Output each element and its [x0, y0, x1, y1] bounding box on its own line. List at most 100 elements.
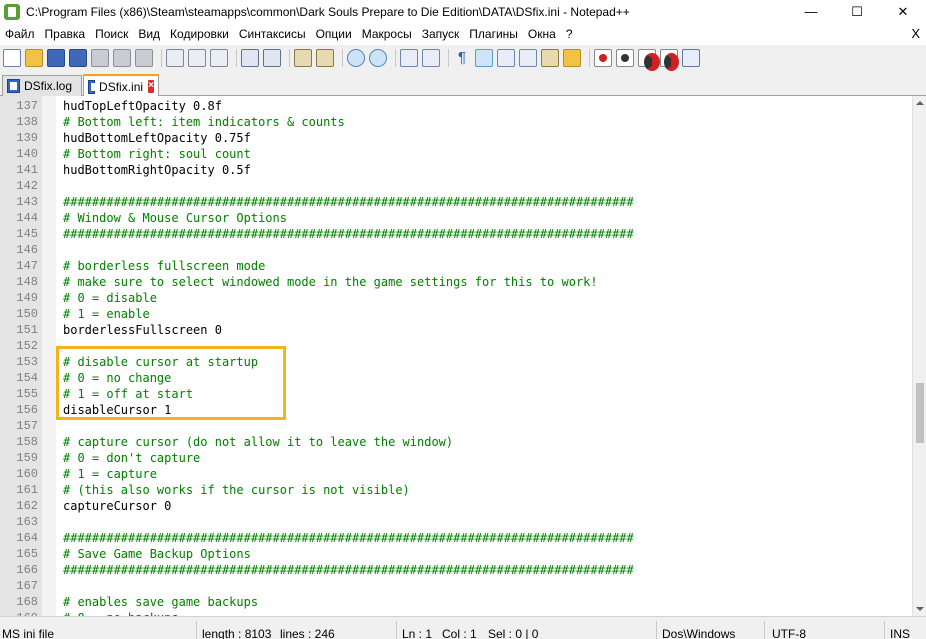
code-line[interactable]: 143 #####################################… [0, 194, 912, 210]
indent-guide-icon[interactable] [475, 49, 493, 67]
save-icon[interactable] [47, 49, 65, 67]
code-line[interactable]: 138 # Bottom left: item indicators & coun… [0, 114, 912, 130]
menu-file[interactable]: Файл [0, 23, 40, 45]
record-macro-icon[interactable] [594, 49, 612, 67]
open-folder-icon[interactable] [25, 49, 43, 67]
sync-horizontal-icon[interactable] [422, 49, 440, 67]
status-separator [884, 621, 885, 639]
redo-icon[interactable] [263, 49, 281, 67]
tab-dsfix-ini[interactable]: DSfix.ini × [83, 74, 159, 97]
code-line[interactable]: 147 # borderless fullscreen mode [0, 258, 912, 274]
code-line[interactable]: 164 #####################################… [0, 530, 912, 546]
menu-language[interactable]: Синтаксисы [234, 23, 311, 45]
editor[interactable]: 137 hudTopLeftOpacity 0.8f 138 # Bottom lef… [0, 96, 926, 616]
scroll-thumb[interactable] [916, 383, 924, 443]
scroll-down-icon[interactable] [913, 602, 926, 616]
menu-edit[interactable]: Правка [40, 23, 91, 45]
tab-close-icon[interactable]: × [148, 80, 154, 93]
menu-window[interactable]: Окна [523, 23, 561, 45]
code-text: hudTopLeftOpacity 0.8f [63, 99, 222, 113]
minimize-button[interactable]: — [788, 0, 834, 23]
menu-macro[interactable]: Макросы [357, 23, 417, 45]
run-macro-multiple-icon[interactable] [660, 49, 679, 71]
folder-workspace-icon[interactable] [563, 49, 581, 67]
menu-encoding[interactable]: Кодировки [165, 23, 234, 45]
maximize-button[interactable]: ☐ [834, 0, 880, 23]
toolbar-separator [236, 49, 237, 67]
cut-icon[interactable] [166, 49, 184, 67]
sync-vertical-icon[interactable] [400, 49, 418, 67]
code-line[interactable]: 159 # 0 = don't capture [0, 450, 912, 466]
new-file-icon[interactable] [3, 49, 21, 67]
doc-map-icon[interactable] [519, 49, 537, 67]
copy-icon[interactable] [188, 49, 206, 67]
line-number: 144 [16, 211, 38, 225]
close-document-button[interactable]: X [911, 23, 920, 45]
code-comment: ########################################… [63, 563, 634, 577]
code-line[interactable]: 149 # 0 = disable [0, 290, 912, 306]
code-line[interactable]: 140 # Bottom right: soul count [0, 146, 912, 162]
menu-plugins[interactable]: Плагины [464, 23, 523, 45]
code-line[interactable]: 168 # enables save game backups [0, 594, 912, 610]
code-line[interactable]: 150 # 1 = enable [0, 306, 912, 322]
save-macro-icon[interactable] [682, 49, 700, 67]
find-icon[interactable] [294, 49, 312, 67]
menu-run[interactable]: Запуск [417, 23, 465, 45]
tab-dsfix-log[interactable]: DSfix.log [2, 75, 82, 96]
code-line[interactable]: 157 [0, 418, 912, 434]
undo-icon[interactable] [241, 49, 259, 67]
code-line[interactable]: 148 # make sure to select windowed mode i… [0, 274, 912, 290]
paste-icon[interactable] [210, 49, 228, 67]
code-line[interactable]: 139 hudBottomLeftOpacity 0.75f [0, 130, 912, 146]
code-line[interactable]: 142 [0, 178, 912, 194]
function-list-icon[interactable] [541, 49, 559, 67]
vertical-scrollbar[interactable] [912, 96, 926, 616]
code-line[interactable]: 151 borderlessFullscreen 0 [0, 322, 912, 338]
stop-macro-icon[interactable] [616, 49, 634, 67]
close-icon[interactable] [91, 49, 109, 67]
menu-search[interactable]: Поиск [90, 23, 133, 45]
menu-help[interactable]: ? [561, 23, 578, 45]
code-line[interactable]: 162 captureCursor 0 [0, 498, 912, 514]
save-all-icon[interactable] [69, 49, 87, 67]
code-line[interactable]: 155 # 1 = off at start [0, 386, 912, 402]
menu-settings[interactable]: Опции [311, 23, 357, 45]
zoom-in-icon[interactable] [347, 49, 365, 67]
code-text: captureCursor 0 [63, 499, 172, 513]
code-line[interactable]: 166 #####################################… [0, 562, 912, 578]
toolbar-separator [289, 49, 290, 67]
line-number: 160 [16, 467, 38, 481]
code-comment: # 1 = capture [63, 467, 157, 481]
print-icon[interactable] [135, 49, 153, 67]
code-line[interactable]: 137 hudTopLeftOpacity 0.8f [0, 98, 912, 114]
status-separator [196, 621, 197, 639]
code-line[interactable]: 160 # 1 = capture [0, 466, 912, 482]
code-line[interactable]: 141 hudBottomRightOpacity 0.5f [0, 162, 912, 178]
line-number: 154 [16, 371, 38, 385]
code-line[interactable]: 145 #####################################… [0, 226, 912, 242]
play-macro-icon[interactable] [638, 49, 660, 71]
code-line[interactable]: 161 # (this also works if the cursor is n… [0, 482, 912, 498]
code-line[interactable]: 144 # Window & Mouse Cursor Options [0, 210, 912, 226]
close-all-icon[interactable] [113, 49, 131, 67]
code-line[interactable]: 153 # disable cursor at startup [0, 354, 912, 370]
toolbar: ¶ [0, 45, 926, 71]
menu-view[interactable]: Вид [133, 23, 165, 45]
replace-icon[interactable] [316, 49, 334, 67]
code-line[interactable]: 146 [0, 242, 912, 258]
line-number: 143 [16, 195, 38, 209]
code-line[interactable]: 154 # 0 = no change [0, 370, 912, 386]
code-line[interactable]: 165 # Save Game Backup Options [0, 546, 912, 562]
word-wrap-icon[interactable] [497, 49, 515, 67]
close-button[interactable]: ✕ [880, 0, 926, 23]
code-line[interactable]: 156 disableCursor 1 [0, 402, 912, 418]
code-line[interactable]: 163 [0, 514, 912, 530]
show-all-chars-icon[interactable]: ¶ [453, 49, 471, 67]
code-text: disableCursor 1 [63, 403, 172, 417]
scroll-up-icon[interactable] [913, 96, 926, 110]
zoom-out-icon[interactable] [369, 49, 387, 67]
code-text: hudBottomLeftOpacity 0.75f [63, 131, 251, 145]
code-line[interactable]: 152 [0, 338, 912, 354]
code-line[interactable]: 158 # capture cursor (do not allow it to … [0, 434, 912, 450]
code-line[interactable]: 167 [0, 578, 912, 594]
